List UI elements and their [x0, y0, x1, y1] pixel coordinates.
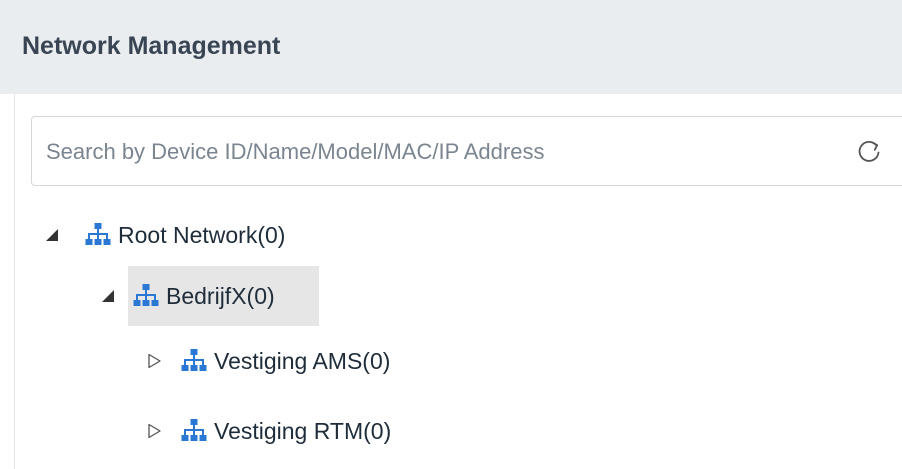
tree-row-vestiging-ams: Vestiging AMS(0): [146, 340, 396, 382]
tree-node-label: Vestiging AMS(0): [214, 348, 391, 374]
tree-node-label: Vestiging RTM(0): [214, 418, 392, 444]
header-bar: Network Management: [0, 0, 902, 94]
tree-row-bedrijfx: BedrijfX(0): [100, 266, 319, 326]
collapsed-triangle-icon[interactable]: [146, 423, 162, 439]
expanded-triangle-icon[interactable]: [44, 227, 60, 243]
expanded-triangle-icon[interactable]: [100, 288, 116, 304]
tree-node-vestiging-rtm[interactable]: Vestiging RTM(0): [176, 410, 397, 452]
tree-node-label: Root Network(0): [118, 222, 286, 248]
tree-node-root-network[interactable]: Root Network(0): [80, 214, 291, 256]
tree-node-label: BedrijfX(0): [166, 283, 275, 309]
network-icon: [180, 347, 208, 375]
network-icon: [84, 221, 112, 249]
refresh-icon[interactable]: [854, 137, 884, 167]
tree-row-root-network: Root Network(0): [44, 214, 291, 256]
tree-row-vestiging-rtm: Vestiging RTM(0): [146, 410, 397, 452]
network-icon: [180, 417, 208, 445]
network-icon: [132, 282, 160, 310]
network-management-window: Network Management Search by Device ID/N…: [0, 0, 902, 469]
collapsed-triangle-icon[interactable]: [146, 353, 162, 369]
page-title: Network Management: [22, 32, 281, 60]
search-box: [31, 116, 902, 186]
tree-node-vestiging-ams[interactable]: Vestiging AMS(0): [176, 340, 396, 382]
search-input[interactable]: [46, 135, 806, 169]
tree-node-bedrijfx[interactable]: BedrijfX(0): [128, 266, 319, 326]
